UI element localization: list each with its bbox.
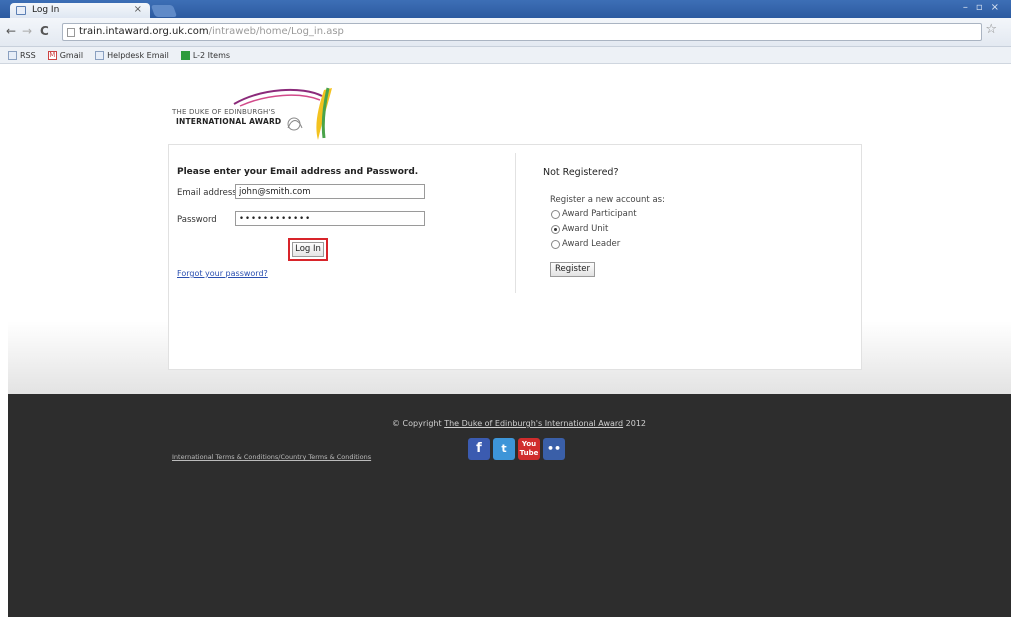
tab-close-icon[interactable]: × — [134, 4, 142, 15]
radio-button[interactable] — [551, 239, 560, 249]
bookmark-star-icon[interactable]: ☆ — [985, 22, 997, 37]
register-button[interactable]: Register — [550, 262, 595, 277]
youtube-top: You — [521, 440, 537, 448]
youtube-bottom: Tube — [519, 449, 539, 457]
bookmarks-bar: RSS M Gmail Helpdesk Email L-2 Items — [0, 47, 1011, 64]
bookmark-label: RSS — [20, 50, 36, 60]
twitter-icon[interactable]: t — [493, 438, 515, 460]
forgot-password-link[interactable]: Forgot your password? — [177, 269, 268, 278]
browser-titlebar: Log In × – ▫ × — [0, 0, 1011, 18]
page-icon — [67, 28, 75, 37]
radio-button[interactable] — [551, 224, 560, 234]
forward-arrow-icon[interactable]: → — [22, 24, 32, 38]
youtube-icon[interactable]: You Tube — [518, 438, 540, 460]
password-field[interactable] — [235, 211, 425, 226]
login-panel: Please enter your Email address and Pass… — [168, 144, 862, 370]
login-button-highlight: Log In — [288, 238, 328, 261]
panel-divider — [515, 153, 516, 293]
logo-text-line1: THE DUKE OF EDINBURGH'S — [172, 108, 276, 116]
minimize-icon[interactable]: – — [963, 2, 968, 13]
page-icon — [95, 50, 105, 60]
radio-label: Award Unit — [562, 224, 609, 234]
radio-award-leader[interactable]: Award Leader — [551, 239, 620, 249]
bookmark-label: Gmail — [59, 50, 84, 60]
radio-label: Award Leader — [562, 239, 621, 249]
flickr-icon[interactable]: •• — [543, 438, 565, 460]
login-button[interactable]: Log In — [292, 242, 324, 257]
green-app-icon — [180, 50, 190, 60]
tab-title: Log In — [32, 5, 60, 15]
url-path: /intraweb/home/Log_in.asp — [208, 26, 344, 37]
bookmark-label: Helpdesk Email — [107, 50, 169, 60]
radio-award-unit[interactable]: Award Unit — [551, 224, 608, 234]
page-favicon-icon — [16, 6, 26, 15]
page-footer: © Copyright The Duke of Edinburgh's Inte… — [8, 394, 1011, 617]
email-field[interactable] — [235, 184, 425, 199]
bookmark-rss[interactable]: RSS — [8, 50, 36, 60]
copyright-link[interactable]: The Duke of Edinburgh's International Aw… — [444, 419, 623, 428]
copyright-year: 2012 — [625, 419, 647, 428]
register-subheading: Register a new account as: — [550, 195, 665, 205]
browser-tab[interactable]: Log In × — [10, 3, 150, 18]
radio-label: Award Participant — [562, 209, 637, 219]
close-window-icon[interactable]: × — [991, 2, 999, 13]
copyright-text: © Copyright The Duke of Edinburgh's Inte… — [392, 419, 646, 428]
new-tab-button[interactable] — [150, 5, 178, 17]
rss-icon — [8, 50, 17, 60]
bookmark-helpdesk[interactable]: Helpdesk Email — [95, 50, 169, 60]
copyright-prefix: © Copyright — [392, 419, 442, 428]
facebook-icon[interactable]: f — [468, 438, 490, 460]
email-label: Email address — [177, 188, 237, 198]
bookmark-gmail[interactable]: M Gmail — [47, 50, 84, 60]
bookmark-items[interactable]: L-2 Items — [180, 50, 231, 60]
terms-link[interactable]: International Terms & Conditions/Country… — [172, 453, 371, 461]
password-label: Password — [177, 215, 217, 225]
address-bar[interactable]: train.intaward.org.uk.com/intraweb/home/… — [62, 23, 982, 41]
login-heading: Please enter your Email address and Pass… — [177, 167, 419, 177]
register-heading: Not Registered? — [543, 167, 619, 178]
award-logo[interactable]: THE DUKE OF EDINBURGH'S INTERNATIONAL AW… — [172, 82, 342, 144]
logo-text-line2: INTERNATIONAL AWARD — [176, 117, 282, 126]
back-arrow-icon[interactable]: ← — [6, 24, 16, 38]
maximize-icon[interactable]: ▫ — [976, 2, 983, 13]
social-links: f t You Tube •• — [468, 438, 565, 460]
window-controls: – ▫ × — [963, 2, 999, 13]
gmail-icon: M — [47, 50, 57, 60]
bookmark-label: L-2 Items — [192, 50, 231, 60]
url-domain: train.intaward.org.uk.com — [79, 26, 209, 37]
browser-toolbar: ← → C train.intaward.org.uk.com/intraweb… — [0, 18, 1011, 47]
radio-button[interactable] — [551, 209, 560, 219]
reload-icon[interactable]: C — [40, 24, 49, 38]
radio-award-participant[interactable]: Award Participant — [551, 209, 637, 219]
